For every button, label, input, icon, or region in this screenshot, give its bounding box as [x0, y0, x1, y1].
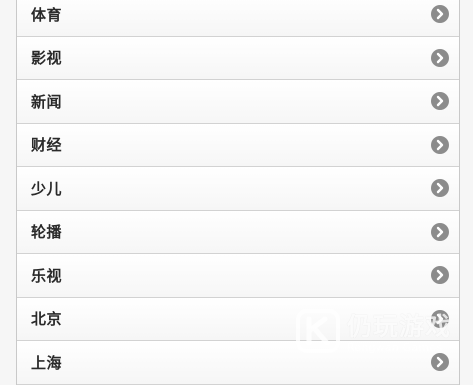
list-item-news[interactable]: 新闻: [17, 80, 459, 124]
list-item-sports[interactable]: 体育: [17, 0, 459, 37]
list-item-label: 北京: [31, 310, 63, 329]
list-item-label: 少儿: [31, 179, 63, 198]
chevron-right-circle-icon: [431, 266, 449, 285]
list-item-label: 轮播: [31, 223, 63, 242]
list-item-shanghai[interactable]: 上海: [17, 341, 459, 385]
list-item-finance[interactable]: 财经: [17, 123, 459, 167]
channel-list: 体育 影视 新闻 财经 少儿 轮播 乐视 北京 上海: [16, 0, 460, 385]
chevron-right-circle-icon: [431, 353, 449, 372]
chevron-right-circle-icon: [431, 92, 449, 111]
list-item-label: 新闻: [31, 92, 63, 111]
list-item-label: 上海: [31, 353, 63, 372]
list-item-label: 体育: [31, 5, 63, 24]
list-item-label: 影视: [31, 49, 63, 68]
list-item-letv[interactable]: 乐视: [17, 254, 459, 298]
chevron-right-circle-icon: [431, 179, 449, 198]
list-item-beijing[interactable]: 北京: [17, 297, 459, 341]
chevron-right-circle-icon: [431, 135, 449, 154]
chevron-right-circle-icon: [431, 309, 449, 328]
list-item-movies[interactable]: 影视: [17, 36, 459, 80]
list-item-kids[interactable]: 少儿: [17, 167, 459, 211]
list-item-carousel[interactable]: 轮播: [17, 210, 459, 254]
list-item-label: 财经: [31, 136, 63, 155]
chevron-right-circle-icon: [431, 48, 449, 67]
chevron-right-circle-icon: [431, 5, 449, 24]
list-item-label: 乐视: [31, 266, 63, 285]
chevron-right-circle-icon: [431, 222, 449, 241]
